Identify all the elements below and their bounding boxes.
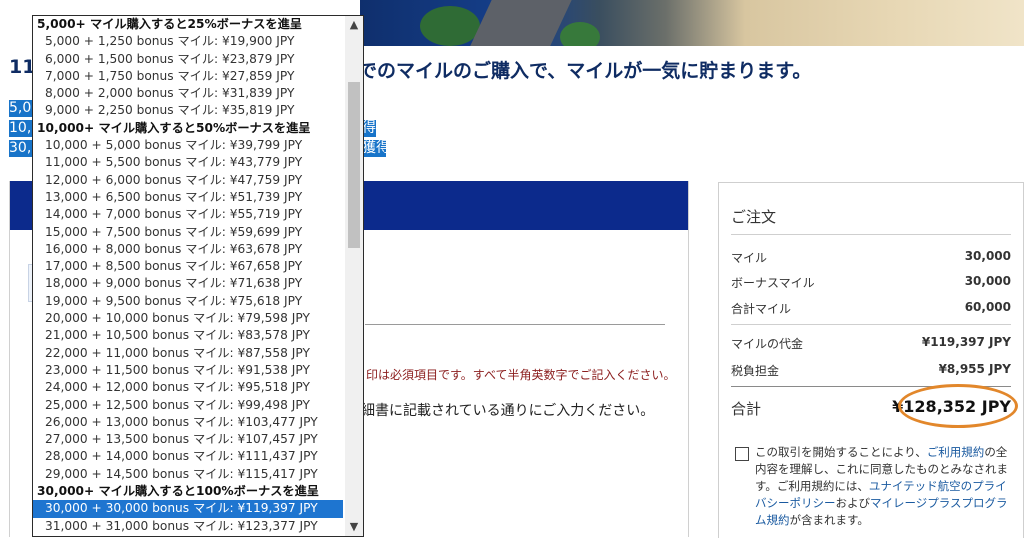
- dropdown-option[interactable]: 7,000 + 1,750 bonus マイル: ¥27,859 JPY: [33, 68, 343, 85]
- dropdown-option[interactable]: 28,000 + 14,000 bonus マイル: ¥111,437 JPY: [33, 448, 343, 465]
- dropdown-option[interactable]: 14,000 + 7,000 bonus マイル: ¥55,719 JPY: [33, 206, 343, 223]
- dropdown-option[interactable]: 31,000 + 31,000 bonus マイル: ¥123,377 JPY: [33, 518, 343, 535]
- dropdown-option[interactable]: 9,000 + 2,250 bonus マイル: ¥35,819 JPY: [33, 102, 343, 119]
- miles-package-dropdown[interactable]: 5,000+ マイル購入すると25%ボーナスを進呈 5,000 + 1,250 b…: [32, 15, 364, 537]
- dropdown-option[interactable]: 6,000 + 1,500 bonus マイル: ¥23,879 JPY: [33, 51, 343, 68]
- order-divider: [731, 234, 1011, 235]
- hero-trees: [420, 6, 480, 46]
- terms-of-use-link[interactable]: ご利用規約: [927, 445, 985, 459]
- dropdown-option[interactable]: 26,000 + 13,000 bonus マイル: ¥103,477 JPY: [33, 414, 343, 431]
- dropdown-option[interactable]: 5,000 + 1,250 bonus マイル: ¥19,900 JPY: [33, 33, 343, 50]
- dropdown-option[interactable]: 30,000 + 30,000 bonus マイル: ¥119,397 JPY: [33, 500, 343, 518]
- dropdown-optgroup-label: 5,000+ マイル購入すると25%ボーナスを進呈: [37, 17, 302, 31]
- dropdown-option[interactable]: 23,000 + 11,500 bonus マイル: ¥91,538 JPY: [33, 362, 343, 379]
- bonus-line-1-left: 5,0: [9, 100, 32, 117]
- terms-agree-checkbox[interactable]: [735, 447, 749, 461]
- bonus-line-2-right: 得: [362, 120, 376, 137]
- order-row-total-miles: 合計マイル 60,000: [731, 300, 1011, 318]
- hero-trees-2: [560, 22, 600, 46]
- order-row-label: マイル: [731, 251, 768, 265]
- form-divider: [365, 324, 665, 325]
- dropdown-option[interactable]: 15,000 + 7,500 bonus マイル: ¥59,699 JPY: [33, 224, 343, 241]
- order-row-label: 合計マイル: [731, 302, 792, 316]
- headline-rest: でのマイルのご購入で、マイルが一気に貯まります。: [358, 60, 812, 82]
- required-fields-note: 印は必須項目です。すべて半角英数字でご記入ください。: [366, 368, 676, 382]
- order-row-value: 30,000: [964, 274, 1011, 288]
- order-row-label: 税負担金: [731, 364, 780, 378]
- dropdown-option[interactable]: 10,000 + 5,000 bonus マイル: ¥39,799 JPY: [33, 137, 343, 154]
- dropdown-option[interactable]: 19,000 + 9,500 bonus マイル: ¥75,618 JPY: [33, 293, 343, 310]
- order-divider: [731, 324, 1011, 325]
- dropdown-optgroup-label: 10,000+ マイル購入すると50%ボーナスを進呈: [37, 120, 311, 135]
- dropdown-option[interactable]: 20,000 + 10,000 bonus マイル: ¥79,598 JPY: [33, 310, 343, 327]
- order-row-value: 60,000: [964, 300, 1011, 314]
- dropdown-options-list: 5,000+ マイル購入すると25%ボーナスを進呈 5,000 + 1,250 b…: [33, 16, 343, 535]
- dropdown-option[interactable]: 24,000 + 12,000 bonus マイル: ¥95,518 JPY: [33, 379, 343, 396]
- dropdown-option[interactable]: 22,000 + 11,000 bonus マイル: ¥87,558 JPY: [33, 345, 343, 362]
- order-row-label: ボーナスマイル: [731, 276, 815, 290]
- hero-banner-image: [360, 0, 1024, 46]
- dropdown-option[interactable]: 12,000 + 6,000 bonus マイル: ¥47,759 JPY: [33, 172, 343, 189]
- dropdown-option[interactable]: 11,000 + 5,500 bonus マイル: ¥43,779 JPY: [33, 154, 343, 171]
- order-row-bonus-miles: ボーナスマイル 30,000: [731, 274, 1011, 292]
- card-entry-note: 細書に記載されている通りにご入力ください。: [361, 403, 655, 419]
- dropdown-option[interactable]: 17,000 + 8,500 bonus マイル: ¥67,658 JPY: [33, 258, 343, 275]
- dropdown-option[interactable]: 27,000 + 13,500 bonus マイル: ¥107,457 JPY: [33, 431, 343, 448]
- order-total-label: 合計: [731, 400, 762, 418]
- dropdown-scrollbar[interactable]: ▲ ▼: [345, 16, 363, 536]
- dropdown-optgroup-label: 30,000+ マイル購入すると100%ボーナスを進呈: [37, 484, 319, 499]
- order-title: ご注文: [731, 208, 777, 226]
- bonus-line-2-left: 10,: [9, 120, 32, 137]
- order-summary: ご注文 マイル 30,000 ボーナスマイル 30,000 合計マイル 60,0…: [718, 182, 1024, 538]
- terms-text-3: および: [835, 496, 871, 510]
- terms-agree-text: この取引を開始することにより、ご利用規約の全内容を理解し、これに同意したものとみ…: [755, 444, 1013, 529]
- dropdown-option[interactable]: 18,000 + 9,000 bonus マイル: ¥71,638 JPY: [33, 275, 343, 292]
- order-row-value: ¥119,397 JPY: [921, 335, 1011, 349]
- dropdown-option[interactable]: 21,000 + 10,500 bonus マイル: ¥83,578 JPY: [33, 327, 343, 344]
- total-highlight-circle: [898, 384, 1018, 428]
- dropdown-option[interactable]: 8,000 + 2,000 bonus マイル: ¥31,839 JPY: [33, 85, 343, 102]
- scrollbar-thumb[interactable]: [348, 82, 360, 248]
- bonus-line-3-left: 30,: [9, 140, 32, 157]
- order-row-miles: マイル 30,000: [731, 249, 1011, 267]
- order-row-tax: 税負担金 ¥8,955 JPY: [731, 362, 1011, 380]
- dropdown-option[interactable]: 16,000 + 8,000 bonus マイル: ¥63,678 JPY: [33, 241, 343, 258]
- scroll-down-icon[interactable]: ▼: [345, 518, 363, 536]
- scroll-up-icon[interactable]: ▲: [345, 16, 363, 34]
- terms-text-4: が含まれます。: [789, 513, 869, 527]
- terms-text-1: この取引を開始することにより、: [755, 445, 927, 459]
- dropdown-option[interactable]: 25,000 + 12,500 bonus マイル: ¥99,498 JPY: [33, 397, 343, 414]
- order-row-value: ¥8,955 JPY: [938, 362, 1011, 376]
- dropdown-option[interactable]: 13,000 + 6,500 bonus マイル: ¥51,739 JPY: [33, 189, 343, 206]
- order-row-value: 30,000: [964, 249, 1011, 263]
- order-row-miles-price: マイルの代金 ¥119,397 JPY: [731, 335, 1011, 353]
- bonus-line-3-right: 獲得: [362, 140, 386, 157]
- dropdown-option[interactable]: 29,000 + 14,500 bonus マイル: ¥115,417 JPY: [33, 466, 343, 483]
- order-row-label: マイルの代金: [731, 337, 804, 351]
